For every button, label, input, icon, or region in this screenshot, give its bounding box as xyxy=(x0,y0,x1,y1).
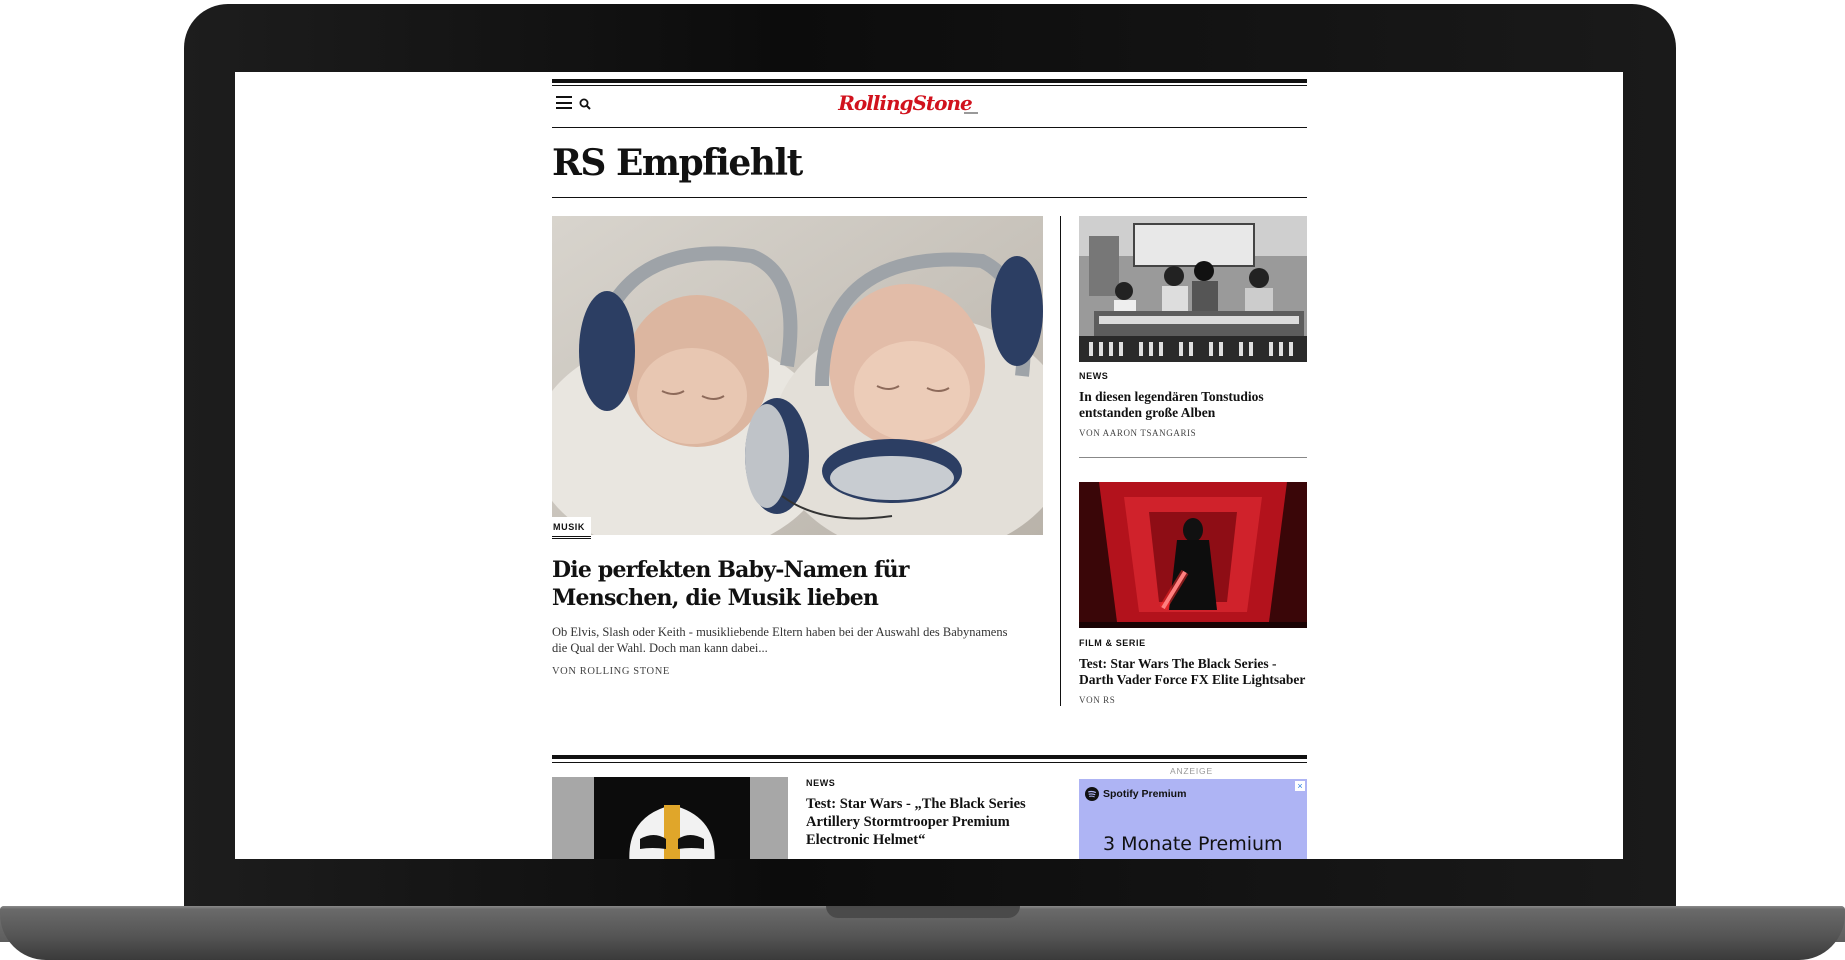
page-title: RS Empfiehlt xyxy=(552,142,803,184)
hero-title[interactable]: Die perfekten Baby-Namen für Menschen, d… xyxy=(552,556,1022,612)
laptop-notch xyxy=(826,906,1020,918)
hero-image[interactable] xyxy=(552,216,1043,535)
title-rule xyxy=(552,197,1307,198)
bottom-article-image[interactable] xyxy=(552,777,788,859)
side-article-1-byline: VON AARON TSANGARIS xyxy=(1079,428,1197,438)
header-top-rule xyxy=(552,79,1307,83)
hero-category-badge[interactable]: MUSIK xyxy=(552,517,591,539)
bottom-article-title[interactable]: Test: Star Wars - „The Black Series Arti… xyxy=(806,795,1036,849)
logo-underline xyxy=(964,112,978,114)
section-top-thin-rule xyxy=(552,762,1307,763)
search-icon[interactable] xyxy=(579,97,591,110)
side-article-1-category[interactable]: NEWS xyxy=(1079,371,1108,381)
side-article-2-category[interactable]: FILM & SERIE xyxy=(1079,638,1146,648)
hero-excerpt: Ob Elvis, Slash oder Keith - musiklieben… xyxy=(552,625,1008,655)
ad-close-icon[interactable]: × xyxy=(1295,781,1305,791)
bottom-article-category[interactable]: NEWS xyxy=(806,778,835,788)
side-article-2-image[interactable] xyxy=(1079,482,1307,628)
side-article-2-title[interactable]: Test: Star Wars The Black Series - Darth… xyxy=(1079,656,1307,688)
section-top-rule xyxy=(552,755,1307,759)
ad-headline: 3 Monate Premium xyxy=(1103,833,1283,855)
side-article-2-byline: VON RS xyxy=(1079,695,1116,705)
ad-banner[interactable]: × Spotify Premium 3 Monate Premium xyxy=(1079,779,1307,859)
hero-byline: VON ROLLING STONE xyxy=(552,666,670,677)
column-divider xyxy=(1060,216,1061,706)
side-article-1-image[interactable] xyxy=(1079,216,1307,362)
hamburger-menu-icon[interactable] xyxy=(556,96,572,109)
header-top-thin-rule xyxy=(552,85,1307,86)
side-article-1-title[interactable]: In diesen legendären Tonstudios entstand… xyxy=(1079,389,1307,421)
ad-brand-text: Spotify Premium xyxy=(1103,788,1187,800)
header-bottom-rule xyxy=(552,127,1307,128)
site-logo[interactable]: RollingStone xyxy=(835,91,975,115)
browser-viewport: RollingStone RS Empfiehlt MUSIK Die perf… xyxy=(235,72,1623,859)
side-divider xyxy=(1079,457,1307,458)
ad-label: ANZEIGE xyxy=(1170,766,1213,776)
spotify-icon xyxy=(1085,787,1099,801)
ad-brand: Spotify Premium xyxy=(1085,787,1186,801)
